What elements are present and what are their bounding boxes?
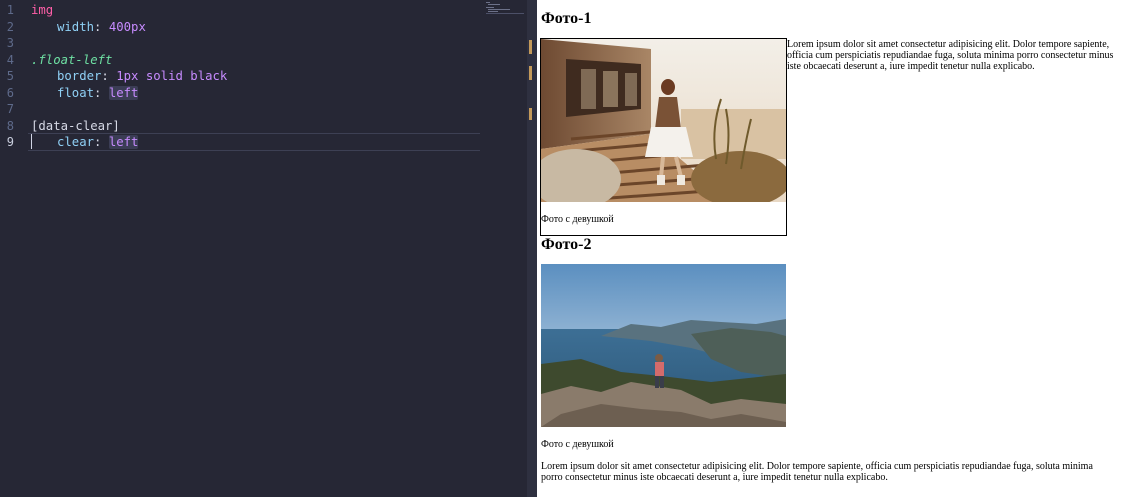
code-token: clear: [57, 135, 95, 149]
heading-photo-1: Фото-1: [541, 10, 592, 27]
scroll-marker: [529, 40, 532, 54]
line-number: 5: [6, 69, 14, 83]
code-token: 400px: [108, 19, 146, 34]
paragraph-2: Lorem ipsum dolor sit amet consectetur a…: [541, 461, 1093, 483]
code-token: left: [108, 85, 139, 100]
scroll-marker: [529, 108, 532, 120]
code-editor[interactable]: 123456789 img width: 400px .float-left bord…: [0, 0, 527, 497]
code-token: :: [94, 135, 109, 149]
code-token: .float-left: [31, 52, 113, 67]
code-line[interactable]: [data-clear]: [31, 118, 120, 134]
line-number: 6: [6, 85, 14, 100]
heading-photo-2: Фото-2: [541, 236, 592, 253]
preview-pane: Фото-1 Фото с девушкой Lorem ipsum dolor…: [537, 0, 1122, 497]
line-number: 4: [6, 52, 14, 67]
code-token: :: [94, 19, 109, 34]
code-line[interactable]: img: [31, 2, 53, 18]
minimap[interactable]: [486, 2, 526, 14]
code-token: :: [94, 85, 109, 100]
code-line[interactable]: width: 400px: [31, 19, 146, 35]
photo-girl-on-stairs: [541, 39, 786, 202]
line-number: 1: [6, 3, 14, 17]
code-token: 1px: [116, 69, 139, 83]
code-token: width: [57, 19, 95, 34]
line-number: 7: [6, 102, 14, 116]
scroll-marker: [529, 66, 532, 80]
figure-caption: Фото с девушкой: [541, 214, 614, 225]
code-line[interactable]: border: 1px solid black: [31, 68, 227, 84]
line-number: 2: [6, 19, 14, 34]
line-number: 8: [6, 118, 14, 133]
code-line[interactable]: .float-left: [31, 52, 112, 68]
code-token: border: [57, 69, 102, 83]
photo-man-on-cliff: [541, 264, 786, 427]
code-token: solid: [145, 69, 183, 83]
code-token: :: [101, 69, 117, 83]
code-token: black: [190, 69, 228, 83]
code-token: left: [108, 135, 139, 149]
code-token: [data-clear]: [31, 118, 120, 133]
text-cursor: [31, 134, 32, 149]
line-number: 3: [6, 36, 14, 50]
figure-caption-2: Фото с девушкой: [541, 439, 614, 450]
code-line[interactable]: clear: left: [31, 134, 139, 150]
code-token: float: [57, 85, 95, 100]
code-token: img: [31, 3, 54, 17]
float-left-figure: Фото с девушкой: [540, 38, 787, 236]
paragraph-1: Lorem ipsum dolor sit amet consectetur a…: [787, 39, 1114, 72]
line-number: 9: [6, 135, 14, 149]
code-line[interactable]: float: left: [31, 85, 139, 101]
